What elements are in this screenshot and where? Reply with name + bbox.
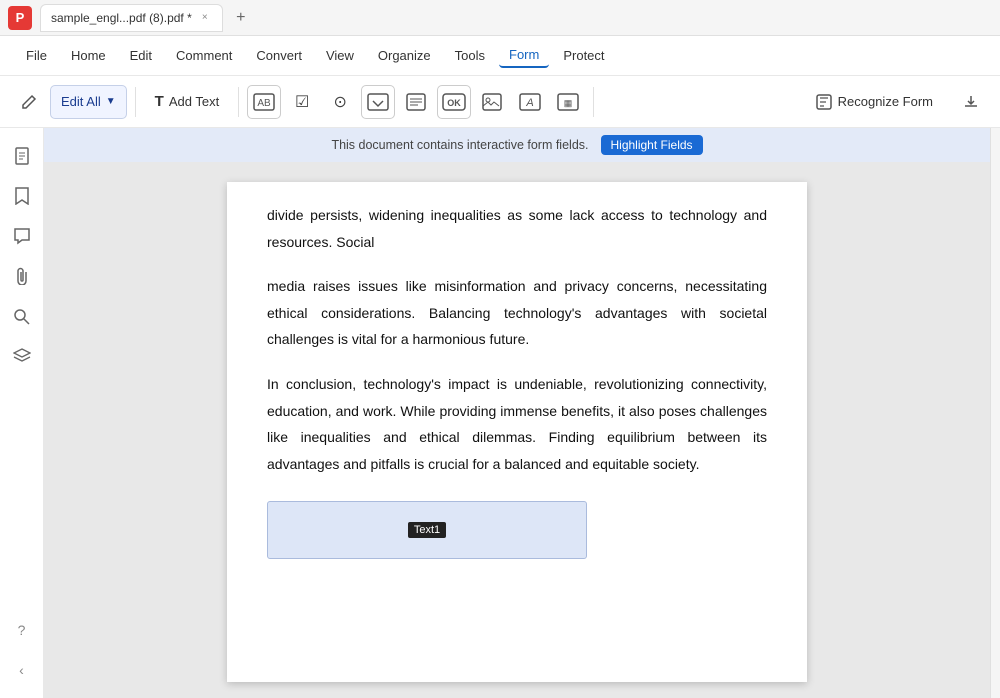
edit-all-button[interactable]: Edit All ▼ [50, 85, 127, 119]
image-field-icon[interactable] [475, 85, 509, 119]
tab-close-button[interactable]: × [198, 11, 212, 25]
text-field-icon[interactable]: AB [247, 85, 281, 119]
list-icon[interactable] [399, 85, 433, 119]
sidebar-search-icon[interactable] [4, 298, 40, 334]
text-field-name-label: Text1 [408, 522, 446, 538]
checkbox-icon[interactable]: ☑ [285, 85, 319, 119]
pdf-page: divide persists, widening inequalities a… [227, 182, 807, 682]
recognize-icon [816, 94, 832, 110]
sign-field-icon[interactable]: A [513, 85, 547, 119]
menu-form[interactable]: Form [499, 43, 549, 68]
menu-view[interactable]: View [316, 44, 364, 67]
sidebar-pages-icon[interactable] [4, 138, 40, 174]
document-tab[interactable]: sample_engl...pdf (8).pdf * × [40, 4, 223, 32]
toolbar-divider-3 [593, 87, 594, 117]
recognize-form-label: Recognize Form [838, 94, 933, 109]
svg-text:A: A [526, 97, 534, 109]
toolbar-divider-2 [238, 87, 239, 117]
menu-edit[interactable]: Edit [120, 44, 162, 67]
radio-icon[interactable]: ⊙ [323, 85, 357, 119]
edit-icon-btn[interactable] [12, 85, 46, 119]
sidebar-attachments-icon[interactable] [4, 258, 40, 294]
dropdown-icon[interactable] [361, 85, 395, 119]
button-icon[interactable]: OK [437, 85, 471, 119]
recognize-form-button[interactable]: Recognize Form [803, 85, 946, 119]
svg-text:OK: OK [447, 98, 461, 108]
toolbar: Edit All ▼ T Add Text AB ☑ ⊙ OK A ▦ Rec [0, 76, 1000, 128]
export-icon[interactable] [954, 85, 988, 119]
sidebar-comments-icon[interactable] [4, 218, 40, 254]
sidebar-bookmarks-icon[interactable] [4, 178, 40, 214]
menu-protect[interactable]: Protect [553, 44, 614, 67]
toolbar-divider-1 [135, 87, 136, 117]
highlight-fields-button[interactable]: Highlight Fields [601, 135, 703, 155]
notification-message: This document contains interactive form … [331, 138, 588, 152]
menu-comment[interactable]: Comment [166, 44, 242, 67]
menu-home[interactable]: Home [61, 44, 116, 67]
left-sidebar: ? ‹ [0, 128, 44, 698]
sidebar-help-icon[interactable]: ? [4, 612, 40, 648]
title-bar: P sample_engl...pdf (8).pdf * × + [0, 0, 1000, 36]
svg-text:AB: AB [258, 98, 272, 109]
pdf-paragraph-1: media raises issues like misinformation … [267, 273, 767, 353]
right-scrollbar-area [990, 128, 1000, 698]
sidebar-collapse-icon[interactable]: ‹ [4, 652, 40, 688]
new-tab-button[interactable]: + [229, 6, 253, 30]
pdf-cut-top-text: divide persists, widening inequalities a… [267, 202, 767, 255]
add-text-button[interactable]: T Add Text [144, 85, 231, 119]
menu-organize[interactable]: Organize [368, 44, 441, 67]
notification-bar: This document contains interactive form … [44, 128, 990, 162]
menu-bar: File Home Edit Comment Convert View Orga… [0, 36, 1000, 76]
menu-file[interactable]: File [16, 44, 57, 67]
pdf-viewer: This document contains interactive form … [44, 128, 990, 698]
pdf-paragraph-2: In conclusion, technology's impact is un… [267, 371, 767, 477]
menu-convert[interactable]: Convert [246, 44, 312, 67]
date-field-icon[interactable]: ▦ [551, 85, 585, 119]
svg-text:▦: ▦ [564, 98, 573, 108]
sidebar-layers-icon[interactable] [4, 338, 40, 374]
pdf-content: divide persists, widening inequalities a… [267, 202, 767, 477]
menu-tools[interactable]: Tools [445, 44, 495, 67]
app-icon: P [8, 6, 32, 30]
text-field-widget[interactable]: Text1 [267, 501, 587, 559]
tab-label: sample_engl...pdf (8).pdf * [51, 11, 192, 25]
main-content: ? ‹ This document contains interactive f… [0, 128, 1000, 698]
